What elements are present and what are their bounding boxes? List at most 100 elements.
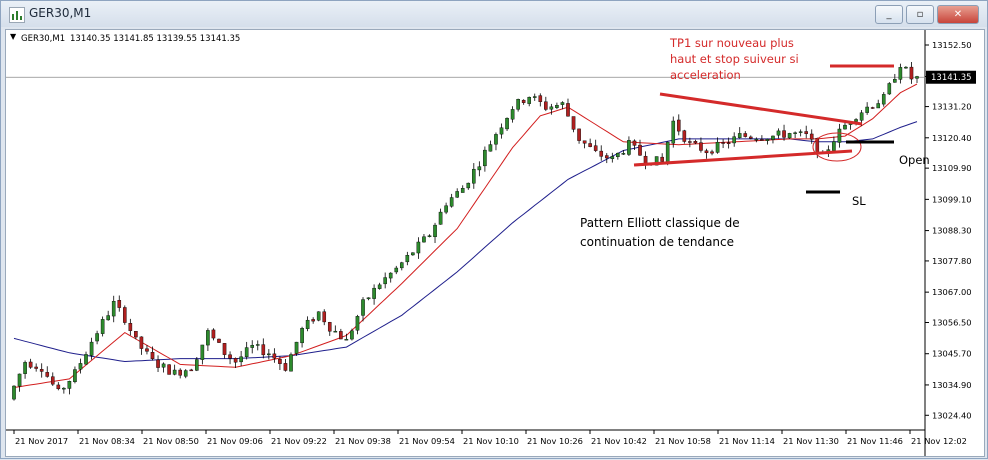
window-title: GER30,M1 <box>29 6 92 20</box>
time-tick-label: 21 Nov 10:58 <box>655 436 711 446</box>
candle-body <box>732 136 736 144</box>
candle-body <box>760 139 764 141</box>
ma-slow-line <box>13 121 918 363</box>
candle-body <box>466 182 471 189</box>
candle-body <box>555 105 559 108</box>
time-tick-label: 21 Nov 10:42 <box>591 436 647 446</box>
candle-body <box>217 338 221 343</box>
candle-body <box>610 156 615 160</box>
time-tick-label: 21 Nov 09:38 <box>335 436 391 446</box>
tp1-note-line-2: haut et stop suiveur si <box>670 52 799 66</box>
candle-body <box>222 343 227 355</box>
price-tick-label: 13099.10 <box>932 194 972 204</box>
candle-body <box>200 344 205 360</box>
candle-body <box>56 384 61 390</box>
candle-body <box>278 359 282 364</box>
candle-body <box>427 235 432 237</box>
candle-body <box>444 205 448 213</box>
tp1-note-line-3: acceleration <box>670 68 741 82</box>
candle-body <box>676 119 681 132</box>
candle-body <box>438 211 443 225</box>
candle-body <box>843 124 847 130</box>
pattern-note-line-1: Pattern Elliott classique de <box>580 216 740 230</box>
price-tick-label: 13056.50 <box>932 317 972 327</box>
candle-body <box>737 133 742 138</box>
candle-body <box>355 316 360 331</box>
candle-body <box>832 141 836 151</box>
candle-body <box>621 153 626 155</box>
candle-body <box>671 120 676 144</box>
time-tick-label: 21 Nov 12:02 <box>911 436 967 446</box>
candle-body <box>161 363 166 368</box>
candle-body <box>505 117 509 130</box>
candle-body <box>516 99 520 110</box>
candle-body <box>472 168 476 184</box>
candle-body <box>189 369 194 372</box>
candle-body <box>771 135 775 140</box>
candle-body <box>521 99 526 103</box>
price-tick-label: 13109.90 <box>932 163 972 173</box>
candle-body <box>726 142 731 144</box>
candle-body <box>449 197 454 207</box>
symbol-dropdown-icon[interactable]: ▼ <box>10 32 17 41</box>
candle-body <box>388 272 393 279</box>
candle-body <box>865 106 869 113</box>
time-tick-label: 21 Nov 08:34 <box>79 436 135 446</box>
candle-body <box>693 141 698 144</box>
candle-body <box>39 369 44 372</box>
candle-body <box>571 116 576 130</box>
candle-body <box>660 156 664 162</box>
minimize-button[interactable]: _ <box>875 5 903 24</box>
candle-body <box>405 255 410 263</box>
candle-body <box>244 347 249 358</box>
price-tick-label: 13067.00 <box>932 287 972 297</box>
time-axis: 21 Nov 2017 21 Nov 08:34 21 Nov 08:50 21 No… <box>13 430 967 446</box>
candle-body <box>632 140 637 146</box>
candle-body <box>460 188 465 193</box>
candle-body <box>721 142 725 144</box>
candle-body <box>665 141 670 163</box>
candle-body <box>23 362 27 374</box>
price-axis: 13152.5013141.6013131.2013120.4013109.90… <box>925 40 972 420</box>
candle-body <box>776 130 781 136</box>
chart-area[interactable]: 13152.5013141.6013131.2013120.4013109.90… <box>5 29 985 457</box>
candle-body <box>433 224 437 238</box>
price-tick-label: 13034.90 <box>932 380 972 390</box>
candle-body <box>267 353 271 356</box>
candle-body <box>167 364 171 375</box>
moving-averages <box>13 83 918 388</box>
candle-body <box>859 112 864 121</box>
candle-body <box>754 138 759 141</box>
candle-body <box>78 363 83 370</box>
candle-body <box>145 348 149 352</box>
candle-body <box>477 166 482 171</box>
candle-body <box>283 363 288 371</box>
sl-label: SL <box>852 194 866 208</box>
price-tag: 13141.35 <box>931 73 972 83</box>
candle-body <box>339 331 343 340</box>
candle-body <box>782 130 786 138</box>
close-button[interactable]: ✕ <box>937 5 979 24</box>
candle-body <box>798 131 803 133</box>
candle-body <box>915 76 919 79</box>
time-tick-label: 21 Nov 09:54 <box>399 436 455 446</box>
candle-body <box>28 361 33 368</box>
candle-body <box>228 354 232 359</box>
candle-body <box>549 106 554 110</box>
restore-button[interactable]: ▫ <box>906 5 934 24</box>
candle-body <box>682 130 687 142</box>
candle-body <box>893 79 897 83</box>
candle-body <box>793 132 797 134</box>
chart-canvas[interactable]: 13152.5013141.6013131.2013120.4013109.90… <box>6 30 984 456</box>
price-tick-label: 13152.50 <box>932 40 972 50</box>
candle-body <box>305 319 310 329</box>
candle-body <box>289 354 293 372</box>
candle-body <box>837 128 842 143</box>
candle-body <box>322 311 327 323</box>
candle-body <box>34 366 38 369</box>
candle-body <box>239 356 243 363</box>
candle-body <box>195 359 199 371</box>
candle-body <box>909 66 914 80</box>
candle-body <box>95 333 99 342</box>
candle-body <box>499 127 504 135</box>
